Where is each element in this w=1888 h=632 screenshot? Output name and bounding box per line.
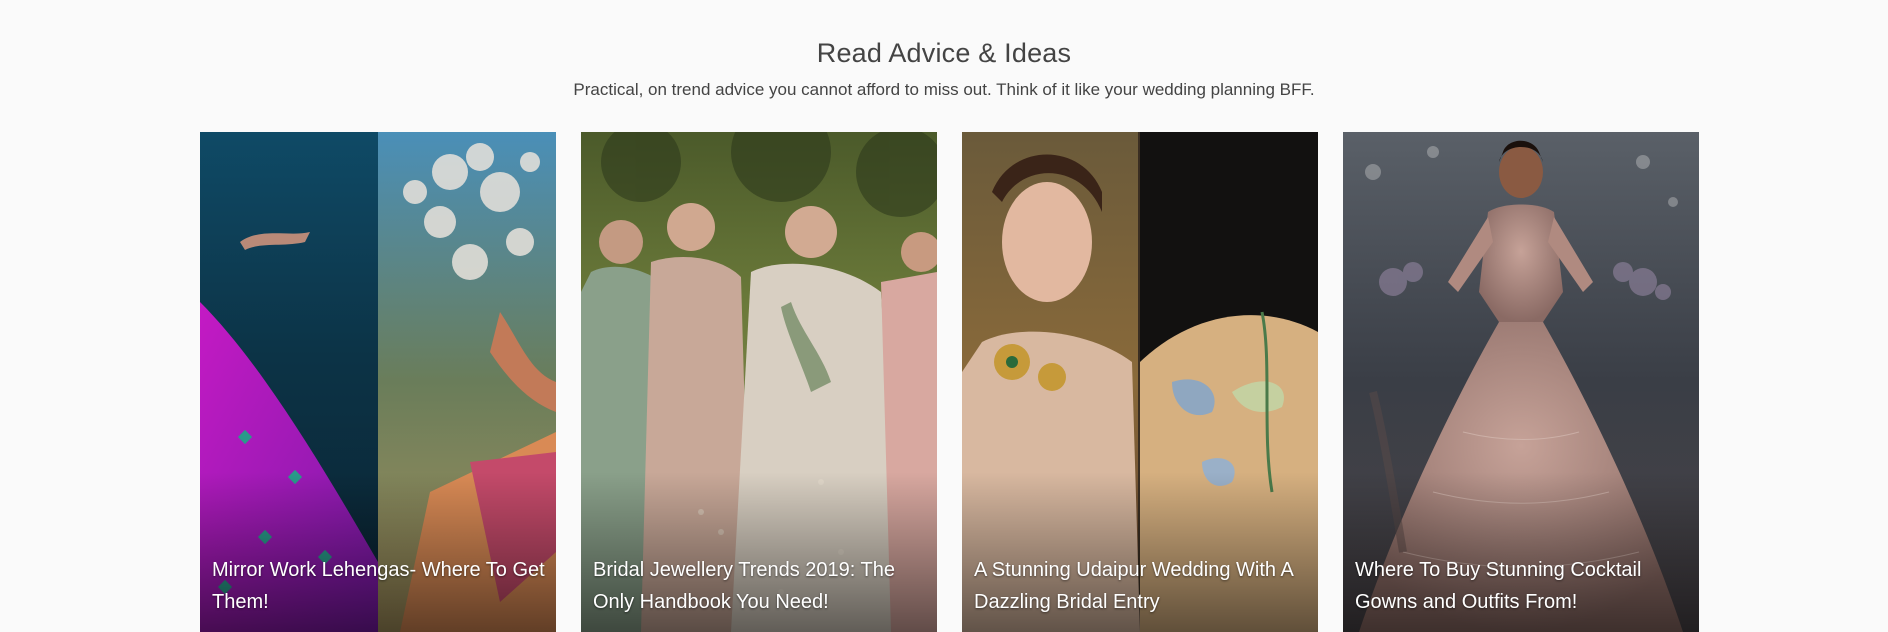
section-subtitle: Practical, on trend advice you cannot af…	[573, 80, 1315, 99]
advice-section: Read Advice & Ideas Practical, on trend …	[0, 0, 1888, 632]
article-title[interactable]: Bridal Jewellery Trends 2019: The Only H…	[593, 554, 927, 618]
article-card[interactable]: Bridal Jewellery Trends 2019: The Only H…	[581, 132, 937, 632]
article-card[interactable]: A Stunning Udaipur Wedding With A Dazzli…	[962, 132, 1318, 632]
article-title[interactable]: A Stunning Udaipur Wedding With A Dazzli…	[974, 554, 1308, 618]
article-card[interactable]: Mirror Work Lehengas- Where To Get Them!	[200, 132, 556, 632]
section-title: Read Advice & Ideas	[816, 38, 1072, 68]
article-card-list: Mirror Work Lehengas- Where To Get Them!	[200, 132, 1700, 632]
article-title[interactable]: Where To Buy Stunning Cocktail Gowns and…	[1355, 554, 1689, 618]
article-title[interactable]: Mirror Work Lehengas- Where To Get Them!	[212, 554, 546, 618]
article-card[interactable]: Where To Buy Stunning Cocktail Gowns and…	[1343, 132, 1699, 632]
